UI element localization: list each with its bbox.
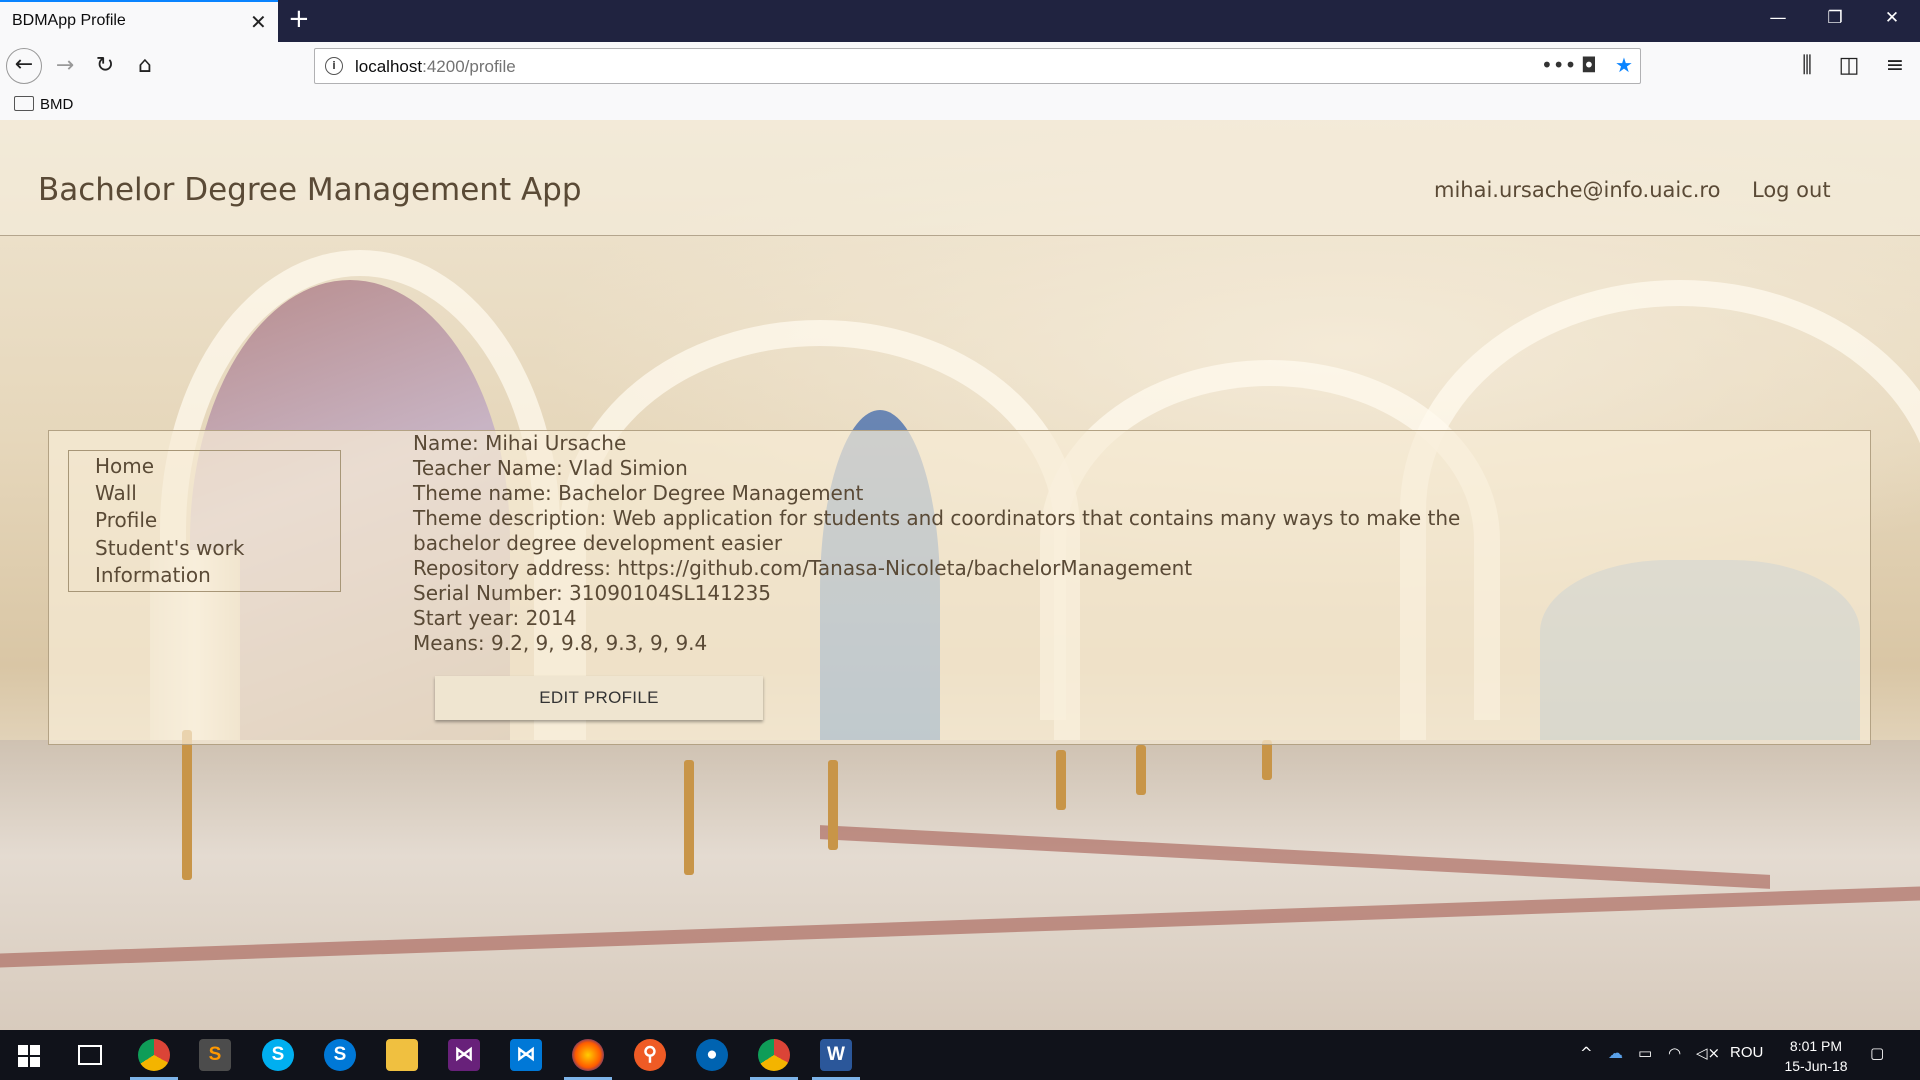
start-icon-pane: [30, 1045, 40, 1055]
skype-business-icon[interactable]: S: [324, 1039, 356, 1071]
maps-icon[interactable]: ●: [696, 1039, 728, 1071]
windows-taskbar: S S S ⋈ ⋈ ⚲ ● W ^ ☁ ▭ ◠ ◁× ROU 8:01 PM 1…: [0, 1030, 1920, 1080]
sidebar-toggle-icon[interactable]: ◫: [1832, 50, 1866, 84]
profile-theme-description: Theme description: Web application for s…: [413, 506, 1461, 555]
side-navigation: Home Wall Profile Student's work Informa…: [68, 450, 341, 592]
skype-icon[interactable]: S: [262, 1039, 294, 1071]
profile-name: Name: Mihai Ursache: [413, 431, 627, 455]
page-actions-icon[interactable]: •••: [1541, 53, 1576, 77]
menu-icon[interactable]: ≡: [1878, 50, 1912, 84]
floor: [0, 740, 1920, 1030]
url-host: localhost: [355, 57, 423, 76]
tab-title: BDMApp Profile: [12, 12, 126, 29]
stanchion-post: [684, 760, 694, 875]
action-center-icon[interactable]: ▢: [1870, 1044, 1884, 1062]
start-icon-pane: [30, 1057, 40, 1067]
app-title[interactable]: Bachelor Degree Management App: [38, 172, 582, 208]
stanchion-post: [1056, 750, 1066, 810]
browser-toolbar: ← → ↻ ⌂ i localhost:4200/profile ••• ◘ ★…: [0, 42, 1920, 90]
nav-item-profile[interactable]: Profile: [95, 508, 157, 532]
floor-band: [820, 825, 1770, 889]
visual-studio-icon[interactable]: ⋈: [448, 1039, 480, 1071]
start-icon-pane: [18, 1057, 28, 1067]
profile-means: Means: 9.2, 9, 9.8, 9.3, 9, 9.4: [413, 631, 708, 655]
page-background: Bachelor Degree Management App mihai.urs…: [0, 120, 1920, 1030]
clock-time: 8:01 PM: [1789, 1038, 1843, 1054]
back-arrow-icon[interactable]: ←: [6, 48, 42, 84]
library-icon[interactable]: ⫼: [1790, 50, 1824, 84]
stanchion-post: [1262, 740, 1272, 780]
task-view-icon[interactable]: [78, 1045, 102, 1065]
bookmarks-bar: BMD: [0, 90, 1920, 120]
url-bar[interactable]: i localhost:4200/profile ••• ◘ ★: [314, 48, 1641, 84]
stanchion-post: [828, 760, 838, 850]
close-tab-icon[interactable]: ✕: [250, 10, 267, 34]
profile-repository-address: Repository address: https://github.com/T…: [413, 556, 1193, 580]
close-window-icon[interactable]: ✕: [1872, 8, 1912, 28]
system-clock[interactable]: 8:01 PM 15-Jun-18: [1776, 1036, 1856, 1076]
file-explorer-icon[interactable]: [386, 1039, 418, 1071]
user-email[interactable]: mihai.ursache@info.uaic.ro: [1434, 178, 1720, 202]
url-text[interactable]: localhost:4200/profile: [355, 57, 516, 77]
postman-icon[interactable]: ⚲: [634, 1039, 666, 1071]
forward-arrow-icon[interactable]: →: [48, 50, 82, 84]
reload-icon[interactable]: ↻: [88, 50, 122, 84]
app-header: Bachelor Degree Management App mihai.urs…: [0, 120, 1920, 236]
browser-tab-bar: BDMApp Profile ✕ + — ❐ ✕: [0, 0, 1920, 42]
chrome-icon[interactable]: [138, 1039, 170, 1071]
stanchion-post: [182, 730, 192, 880]
clock-date: 15-Jun-18: [1784, 1058, 1848, 1074]
nav-item-students-work[interactable]: Student's work: [95, 536, 244, 560]
firefox-icon[interactable]: [572, 1039, 604, 1071]
new-tab-icon[interactable]: +: [288, 4, 310, 34]
pocket-icon[interactable]: ◘: [1581, 53, 1597, 77]
floor-band: [0, 886, 1920, 968]
onedrive-icon[interactable]: ☁: [1608, 1044, 1623, 1062]
bookmark-star-icon[interactable]: ★: [1615, 53, 1633, 77]
profile-teacher-name: Teacher Name: Vlad Simion: [413, 456, 688, 480]
restore-window-icon[interactable]: ❐: [1815, 8, 1855, 28]
folder-icon: [14, 96, 34, 111]
url-path: :4200/profile: [422, 57, 516, 76]
profile-details: Name: Mihai Ursache Teacher Name: Vlad S…: [413, 431, 1473, 656]
volume-muted-icon[interactable]: ◁×: [1696, 1044, 1720, 1062]
vscode-icon[interactable]: ⋈: [510, 1039, 542, 1071]
show-hidden-icons-icon[interactable]: ^: [1580, 1044, 1593, 1062]
nav-item-wall[interactable]: Wall: [95, 481, 137, 505]
input-language[interactable]: ROU: [1730, 1044, 1763, 1061]
sublime-text-icon[interactable]: S: [199, 1039, 231, 1071]
word-icon[interactable]: W: [820, 1039, 852, 1071]
minimize-window-icon[interactable]: —: [1758, 8, 1798, 28]
windows-start-icon[interactable]: [18, 1045, 40, 1067]
edit-profile-button[interactable]: EDIT PROFILE: [435, 676, 763, 720]
start-icon-pane: [18, 1045, 28, 1055]
bookmark-folder-bmd[interactable]: BMD: [40, 96, 73, 113]
profile-start-year: Start year: 2014: [413, 606, 577, 630]
profile-panel: Home Wall Profile Student's work Informa…: [48, 430, 1871, 745]
chrome-icon[interactable]: [758, 1039, 790, 1071]
logout-link[interactable]: Log out: [1752, 178, 1831, 202]
browser-tab[interactable]: BDMApp Profile ✕: [0, 0, 278, 42]
site-info-icon[interactable]: i: [325, 57, 343, 75]
battery-icon[interactable]: ▭: [1638, 1044, 1652, 1062]
home-icon[interactable]: ⌂: [128, 50, 162, 84]
profile-serial-number: Serial Number: 31090104SL141235: [413, 581, 772, 605]
nav-item-home[interactable]: Home: [95, 454, 154, 478]
nav-item-information[interactable]: Information: [95, 563, 211, 587]
stanchion-post: [1136, 745, 1146, 795]
wifi-icon[interactable]: ◠: [1668, 1044, 1681, 1062]
profile-theme-name: Theme name: Bachelor Degree Management: [413, 481, 864, 505]
